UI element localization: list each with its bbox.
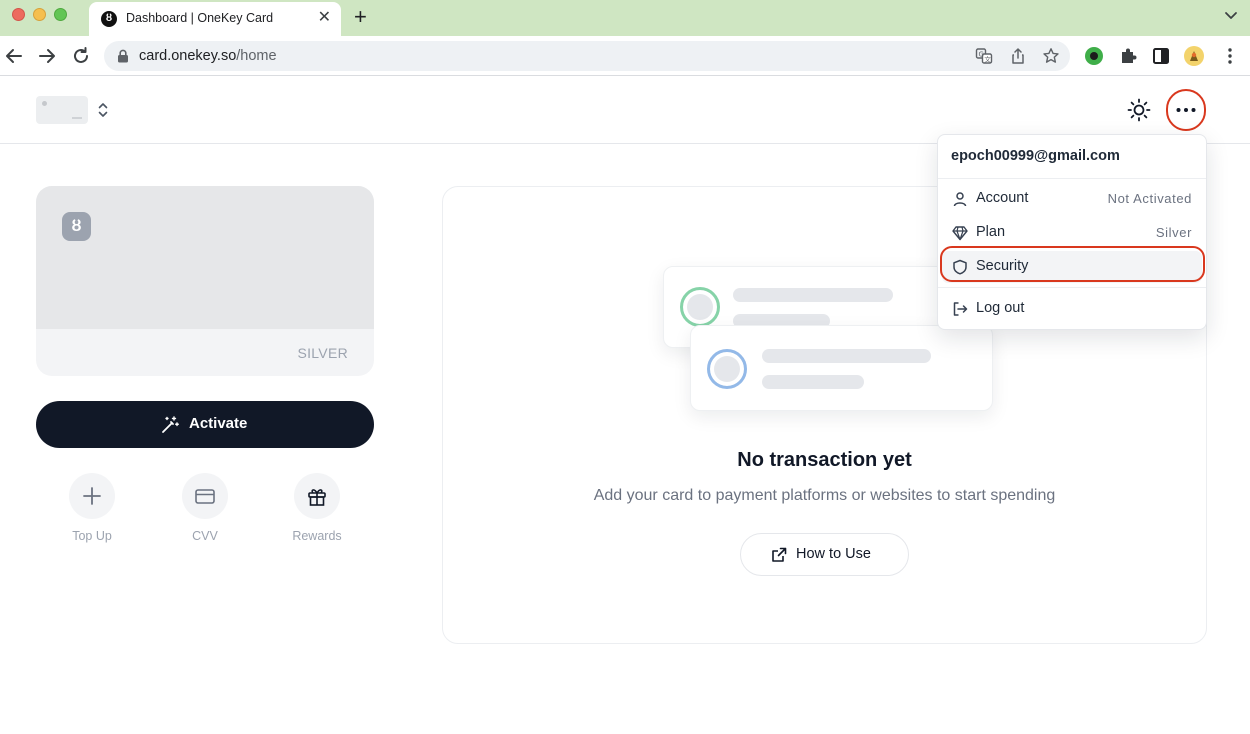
- browser-tab-active[interactable]: ȣ Dashboard | OneKey Card ✕: [89, 2, 341, 36]
- tab-title: Dashboard | OneKey Card: [126, 11, 274, 25]
- url-host: card.onekey.so: [139, 48, 237, 64]
- menu-item-plan[interactable]: Plan Silver: [942, 217, 1202, 249]
- browser-tab-bar: ȣ Dashboard | OneKey Card ✕ +: [0, 0, 1250, 36]
- illustration-bar: [762, 349, 931, 363]
- onekey-favicon-icon: ȣ: [101, 11, 117, 27]
- payment-card[interactable]: ȣ SILVER: [36, 186, 374, 376]
- how-to-use-label: How to Use: [796, 546, 871, 562]
- card-thumbnail[interactable]: [36, 96, 88, 124]
- window-minimize-button[interactable]: [33, 8, 46, 21]
- url-text: card.onekey.so/home: [139, 48, 277, 64]
- illustration-bar: [733, 288, 893, 302]
- illustration-card-front: [690, 325, 993, 411]
- menu-item-label: Account: [976, 190, 1029, 206]
- card-tier-label: SILVER: [297, 345, 348, 361]
- onekey-logo-icon: ȣ: [62, 212, 91, 241]
- top-up-circle[interactable]: [69, 473, 115, 519]
- rewards-label: Rewards: [292, 529, 342, 543]
- illustration-bar: [762, 375, 864, 389]
- menu-divider: [938, 287, 1206, 288]
- card-switcher-chevron-updown-icon[interactable]: [96, 100, 110, 120]
- bookmark-star-icon[interactable]: [1042, 47, 1060, 65]
- credit-card-icon: [195, 489, 215, 504]
- illustration-avatar-green: [680, 287, 720, 327]
- card-thumbnail-line: [72, 117, 82, 119]
- rewards-action[interactable]: Rewards: [272, 473, 362, 553]
- forward-arrow-icon[interactable]: [36, 45, 58, 67]
- empty-state-subtitle: Add your card to payment platforms or we…: [593, 487, 1056, 504]
- tab-close-icon[interactable]: ✕: [318, 9, 331, 27]
- menu-email: epoch00999@gmail.com: [951, 148, 1120, 164]
- more-horizontal-icon: [1176, 108, 1196, 112]
- menu-divider: [938, 178, 1206, 179]
- plus-icon: [83, 487, 101, 505]
- external-link-icon: [772, 547, 787, 562]
- svg-text:G: G: [979, 50, 984, 58]
- activate-button[interactable]: Activate: [36, 401, 374, 448]
- tab-search-chevron-icon[interactable]: [1224, 8, 1238, 22]
- sidepanel-icon[interactable]: [1151, 46, 1171, 66]
- window-close-button[interactable]: [12, 8, 25, 21]
- empty-state-title: No transaction yet: [737, 449, 912, 471]
- menu-item-logout[interactable]: Log out: [942, 293, 1202, 325]
- top-up-action[interactable]: Top Up: [47, 473, 137, 553]
- profile-avatar-icon[interactable]: [1184, 46, 1204, 66]
- new-tab-button[interactable]: +: [354, 4, 367, 30]
- menu-item-label: Log out: [976, 300, 1025, 316]
- browser-menu-vertical-dots-icon[interactable]: [1220, 46, 1240, 66]
- card-face: ȣ: [36, 186, 374, 329]
- cvv-circle[interactable]: [182, 473, 228, 519]
- url-path: /home: [236, 48, 277, 64]
- menu-item-label: Plan: [976, 224, 1006, 240]
- cvv-action[interactable]: CVV: [160, 473, 250, 553]
- reload-icon[interactable]: [70, 45, 92, 67]
- how-to-use-button[interactable]: How to Use: [740, 533, 909, 576]
- account-dropdown-menu: epoch00999@gmail.com Account Not Activat…: [937, 134, 1207, 330]
- security-highlight-annotation: [940, 246, 1205, 282]
- extensions-puzzle-icon[interactable]: [1118, 46, 1138, 66]
- lock-icon[interactable]: [117, 49, 129, 63]
- extension-green-icon[interactable]: [1084, 46, 1104, 66]
- browser-toolbar: card.onekey.so/home G 文: [0, 36, 1250, 76]
- menu-item-account[interactable]: Account Not Activated: [942, 183, 1202, 215]
- share-icon[interactable]: [1009, 47, 1027, 65]
- diamond-icon: [952, 226, 968, 241]
- top-up-label: Top Up: [72, 529, 112, 543]
- activate-label: Activate: [189, 415, 248, 432]
- address-bar[interactable]: card.onekey.so/home G 文: [104, 41, 1070, 71]
- svg-text:文: 文: [984, 54, 991, 63]
- card-thumbnail-dot: [42, 101, 47, 106]
- back-arrow-icon[interactable]: [3, 45, 25, 67]
- magic-wand-icon: [162, 416, 179, 433]
- plan-value: Silver: [1155, 225, 1192, 240]
- more-options-button[interactable]: [1166, 89, 1206, 131]
- translate-icon[interactable]: G 文: [975, 47, 993, 65]
- illustration-avatar-blue: [707, 349, 747, 389]
- account-status-value: Not Activated: [1107, 191, 1192, 206]
- sun-icon[interactable]: [1126, 97, 1152, 123]
- rewards-circle[interactable]: [294, 473, 340, 519]
- gift-icon: [308, 489, 326, 506]
- logout-icon: [953, 302, 968, 316]
- window-zoom-button[interactable]: [54, 8, 67, 21]
- cvv-label: CVV: [192, 529, 218, 543]
- user-icon: [953, 192, 967, 207]
